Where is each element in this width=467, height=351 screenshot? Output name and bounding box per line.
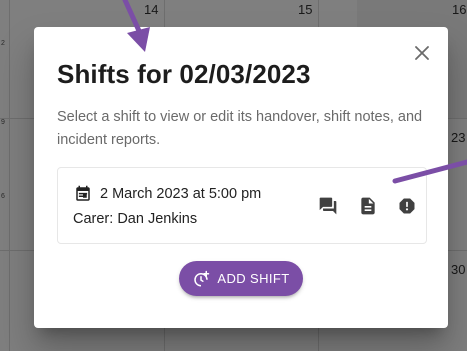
add-shift-label: ADD SHIFT — [217, 271, 290, 286]
incident-report-button[interactable] — [396, 195, 418, 217]
close-button[interactable] — [410, 41, 434, 65]
shift-card[interactable]: 2 March 2023 at 5:00 pm Carer: Dan Jenki… — [57, 167, 427, 244]
dialog-title: Shifts for 02/03/2023 — [57, 59, 311, 89]
shift-notes-button[interactable] — [357, 195, 379, 217]
shift-date-row: 2 March 2023 at 5:00 pm — [74, 185, 261, 203]
handover-button[interactable] — [317, 195, 339, 217]
shift-carer-text: Carer: Dan Jenkins — [73, 211, 198, 227]
close-icon — [415, 46, 429, 60]
dialog-description: Select a shift to view or edit its hando… — [57, 109, 423, 148]
incident-report-alert-icon — [399, 198, 415, 214]
shift-notes-document-icon — [361, 197, 375, 215]
calendar-icon — [76, 185, 90, 201]
add-time-icon — [194, 270, 210, 286]
handover-chat-icon — [319, 197, 337, 215]
shifts-dialog: Shifts for 02/03/2023 Select a shift to … — [34, 27, 448, 328]
shift-date-text: 2 March 2023 at 5:00 pm — [100, 186, 262, 202]
add-shift-button[interactable]: ADD SHIFT — [179, 261, 303, 296]
